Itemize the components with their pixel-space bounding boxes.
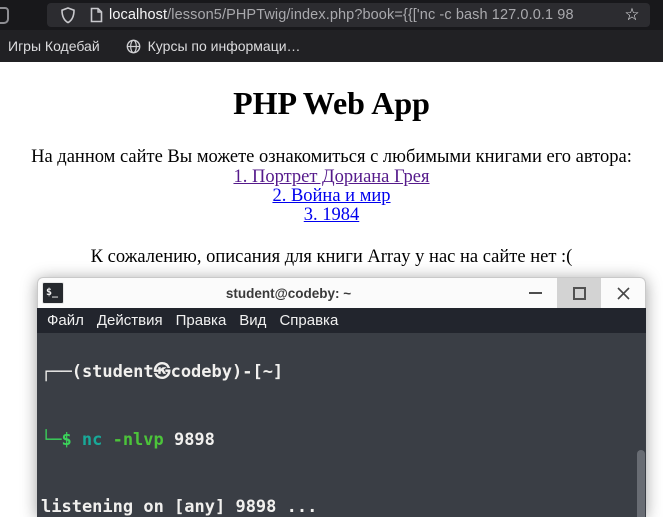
terminal-title: student@codeby: ~	[225, 285, 352, 301]
bookmarks-bar: Игры Кодебай Курсы по информаци…	[0, 30, 663, 62]
minimize-icon	[528, 292, 542, 294]
maximize-icon	[572, 286, 586, 300]
maximize-button[interactable]	[557, 278, 601, 308]
terminal-menubar: Файл Действия Правка Вид Справка	[37, 308, 646, 333]
terminal-output[interactable]: ┌──(student㉿codeby)-[~] └─$ nc -nlvp 9898 l…	[37, 333, 646, 517]
menu-view[interactable]: Вид	[239, 312, 266, 329]
command-flags: -nlvp	[112, 429, 164, 450]
command-arg: 9898	[173, 429, 215, 450]
bookmark-label: Игры Кодебай	[8, 38, 100, 54]
url-path: /lesson5/PHPTwig/index.php?book={{['nc -…	[167, 7, 574, 23]
bookmark-label: Курсы по информаци…	[147, 38, 301, 54]
menu-file[interactable]: Файл	[47, 312, 84, 329]
window-controls	[513, 278, 645, 308]
close-button[interactable]	[601, 278, 645, 308]
globe-icon	[126, 39, 141, 54]
terminal-scrollbar[interactable]	[637, 450, 645, 517]
bookmark-star-icon[interactable]: ☆	[621, 5, 643, 25]
terminal-line-prompt1: ┌──(student㉿codeby)-[~]	[41, 362, 284, 382]
cutoff-extension-icon	[0, 7, 9, 24]
browser-toolbar: localhost/lesson5/PHPTwig/index.php?book…	[0, 0, 663, 30]
page-intro: На данном сайте Вы можете ознакомиться с…	[31, 147, 632, 167]
terminal-command-line: └─$ nc -nlvp 9898	[41, 429, 642, 452]
menu-help[interactable]: Справка	[279, 312, 338, 329]
error-message: К сожалению, описания для книги Array у …	[90, 247, 573, 267]
bookmark-item-games[interactable]: Игры Кодебай	[8, 38, 100, 54]
terminal-window: $_ student@codeby: ~ Файл Действия Правк…	[37, 277, 646, 517]
terminal-titlebar[interactable]: $_ student@codeby: ~	[37, 277, 646, 308]
terminal-line: listening on [any] 9898 ...	[41, 497, 318, 517]
book-link-1[interactable]: 1. Портрет Дориана Грея	[0, 168, 663, 187]
shield-icon[interactable]	[53, 6, 83, 24]
menu-edit[interactable]: Правка	[176, 312, 227, 329]
url-host: localhost	[109, 7, 168, 23]
bookmark-item-courses[interactable]: Курсы по информаци…	[126, 38, 301, 54]
terminal-app-icon: $_	[42, 282, 64, 304]
prompt-symbol: └─$	[41, 429, 72, 450]
web-page: PHP Web App На данном сайте Вы можете оз…	[0, 62, 663, 268]
url-text[interactable]: localhost/lesson5/PHPTwig/index.php?book…	[109, 7, 650, 23]
command-name: nc	[81, 429, 103, 450]
page-title: PHP Web App	[233, 85, 430, 121]
book-link-3[interactable]: 3. 1984	[0, 206, 663, 225]
minimize-button[interactable]	[513, 278, 557, 308]
book-links: 1. Портрет Дориана Грея 2. Война и мир 3…	[0, 168, 663, 225]
close-icon	[616, 286, 630, 300]
page-info-icon[interactable]	[83, 7, 109, 23]
book-link-2[interactable]: 2. Война и мир	[0, 187, 663, 206]
menu-actions[interactable]: Действия	[97, 312, 163, 329]
address-bar[interactable]: localhost/lesson5/PHPTwig/index.php?book…	[47, 3, 650, 27]
